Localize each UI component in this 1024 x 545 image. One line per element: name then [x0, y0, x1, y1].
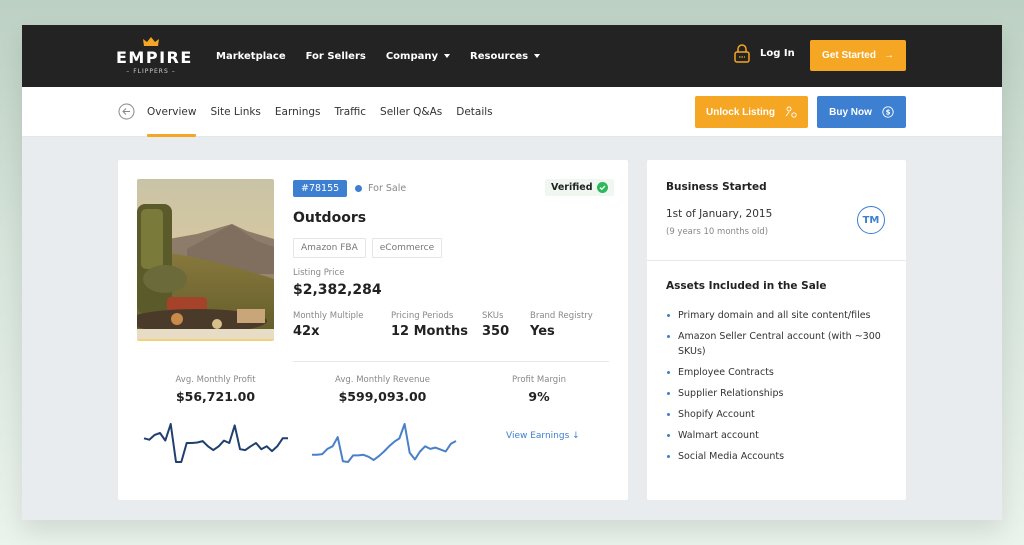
stat-brand-registry: Brand Registry Yes — [530, 311, 593, 339]
login-link[interactable]: Log In — [734, 43, 795, 63]
lock-icon — [734, 44, 750, 63]
business-started-date: 1st of January, 2015 — [666, 208, 773, 220]
asset-item: Primary domain and all site content/file… — [666, 308, 891, 323]
caret-down-icon — [444, 54, 451, 58]
tag-amazon-fba[interactable]: Amazon FBA — [293, 238, 366, 258]
tab-traffic[interactable]: Traffic — [335, 87, 367, 137]
profit-sparkline — [143, 423, 288, 463]
verified-badge: Verified — [545, 179, 614, 196]
nav-resources[interactable]: Resources — [470, 51, 541, 62]
asset-item: Shopify Account — [666, 407, 891, 422]
stat-pricing-periods: Pricing Periods 12 Months — [391, 311, 468, 339]
tab-site-links[interactable]: Site Links — [210, 87, 260, 137]
listing-title: Outdoors — [293, 210, 367, 226]
listing-overview-card: #78155 For Sale Verified Outdoors Amazon… — [118, 160, 628, 500]
listing-status: For Sale — [355, 183, 406, 194]
revenue-trend-line — [312, 423, 457, 463]
empire-flippers-logo[interactable]: EMPIRE – FLIPPERS – — [116, 37, 193, 77]
trademark-badge-icon: TM — [857, 206, 885, 234]
main-nav-links: Marketplace For Sellers Company Resource… — [216, 25, 541, 87]
stat-skus: SKUs 350 — [482, 311, 510, 339]
asset-item: Supplier Relationships — [666, 386, 891, 401]
caret-down-icon — [534, 54, 541, 58]
metric-avg-monthly-profit: Avg. Monthly Profit $56,721.00 — [175, 375, 256, 404]
listing-price-label: Listing Price — [293, 268, 345, 278]
nav-company[interactable]: Company — [386, 51, 451, 62]
stat-monthly-multiple: Monthly Multiple 42x — [293, 311, 364, 339]
assets-list: Primary domain and all site content/file… — [666, 308, 891, 470]
status-dot-icon — [355, 185, 362, 192]
get-started-button[interactable]: Get Started → — [810, 40, 906, 71]
outdoor-scene-image — [137, 179, 274, 339]
revenue-sparkline — [312, 423, 457, 463]
tab-details[interactable]: Details — [456, 87, 492, 137]
view-earnings-link[interactable]: View Earnings ↓ — [506, 431, 580, 441]
listing-image — [137, 179, 274, 341]
profit-trend-line — [143, 423, 288, 463]
business-info-card: Business Started 1st of January, 2015 (9… — [647, 160, 906, 500]
back-arrow-icon[interactable] — [118, 103, 135, 120]
listing-tags: Amazon FBA eCommerce — [293, 238, 443, 258]
tab-overview[interactable]: Overview — [147, 87, 197, 137]
metric-avg-monthly-revenue: Avg. Monthly Revenue $599,093.00 — [335, 375, 430, 404]
unlock-listing-button[interactable]: Unlock Listing — [695, 96, 808, 128]
tag-ecommerce[interactable]: eCommerce — [371, 238, 443, 258]
listing-subnav: Overview Site Links Earnings Traffic Sel… — [22, 87, 1002, 137]
browser-frame: EMPIRE – FLIPPERS – Marketplace For Sell… — [22, 25, 1002, 520]
listing-price: $2,382,284 — [293, 282, 382, 298]
listing-tabs: Overview Site Links Earnings Traffic Sel… — [147, 87, 493, 137]
business-age: (9 years 10 months old) — [666, 227, 769, 237]
top-navigation: EMPIRE – FLIPPERS – Marketplace For Sell… — [22, 25, 1002, 87]
svg-text:$: $ — [885, 109, 890, 117]
metric-profit-margin: Profit Margin 9% — [512, 375, 566, 404]
logo-wordmark: EMPIRE — [116, 48, 193, 67]
tab-seller-qas[interactable]: Seller Q&As — [380, 87, 442, 137]
asset-item: Social Media Accounts — [666, 449, 891, 464]
asset-item: Amazon Seller Central account (with ~300… — [666, 329, 891, 359]
listing-id-badge: #78155 — [293, 180, 348, 197]
dollar-circle-icon: $ — [882, 106, 894, 118]
section-divider — [647, 260, 906, 261]
crown-icon — [143, 37, 159, 46]
tab-earnings[interactable]: Earnings — [275, 87, 321, 137]
section-divider — [293, 361, 609, 362]
business-started-title: Business Started — [666, 181, 767, 193]
arrow-right-icon: → — [883, 50, 894, 61]
assets-title: Assets Included in the Sale — [666, 280, 827, 292]
nav-for-sellers[interactable]: For Sellers — [306, 51, 366, 62]
asset-item: Walmart account — [666, 428, 891, 443]
buy-now-button[interactable]: Buy Now $ — [817, 96, 906, 128]
check-circle-icon — [596, 182, 608, 193]
user-key-icon — [785, 106, 797, 118]
logo-subtitle: – FLIPPERS – — [126, 68, 176, 75]
asset-item: Employee Contracts — [666, 365, 891, 380]
nav-marketplace[interactable]: Marketplace — [216, 51, 286, 62]
listing-stats: Monthly Multiple 42x Pricing Periods 12 … — [293, 311, 610, 339]
